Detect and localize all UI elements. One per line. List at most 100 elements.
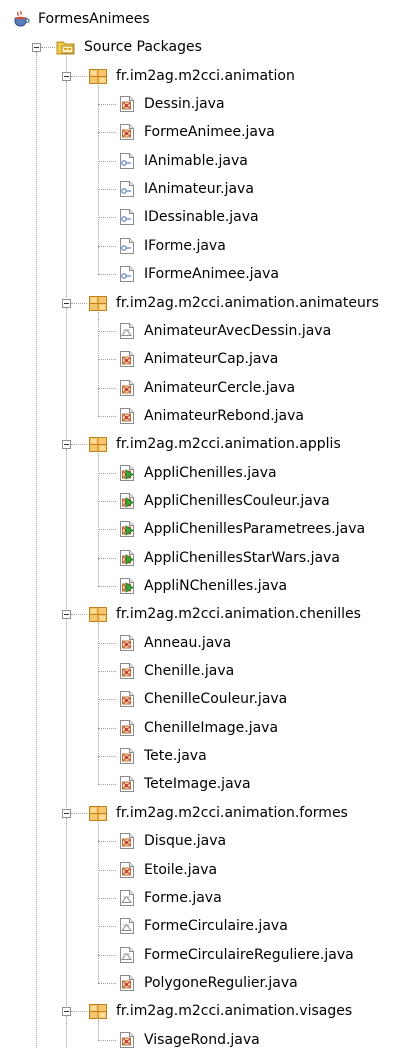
package-expand-toggle[interactable] [62,71,71,81]
tree-node-label: Chenille.java [144,663,235,680]
tree-connector-line [98,217,116,219]
package-node[interactable]: fr.im2ag.m2cci.animation.animateurs [88,289,381,317]
file-node[interactable]: IForme.java [118,232,228,260]
file-node[interactable]: Anneau.java [118,629,233,657]
file-node[interactable]: ChenilleCouleur.java [118,685,289,713]
package-expand-toggle[interactable] [62,440,71,450]
java-class-icon [118,719,136,737]
package-expand-toggle[interactable] [62,808,71,818]
file-node[interactable]: VisageRond.java [118,1026,262,1054]
tree-node-label: Dessin.java [144,96,225,113]
java-abstract-class-icon [118,917,136,935]
file-node[interactable]: Tete.java [118,742,209,770]
java-class-icon [118,974,136,992]
tree-connector-line [98,982,116,984]
package-node[interactable]: fr.im2ag.m2cci.animation.applis [88,430,343,458]
package-node[interactable]: fr.im2ag.m2cci.animation [88,62,297,90]
tree-node-label: AppliNChenilles.java [144,578,288,594]
file-node[interactable]: AppliChenilles.java [118,459,279,487]
tree-node-label: ChenilleCouleur.java [144,691,288,708]
tree-node-label: AppliChenillesStarWars.java [144,549,340,566]
package-icon [88,67,108,85]
file-node[interactable]: FormeAnimee.java [118,118,277,146]
file-node[interactable]: IAnimateur.java [118,175,256,203]
package-icon [88,804,108,822]
project-tree: FormesAnimees Source Packages fr.im2ag.m2c… [0,0,418,1048]
tree-node-label: AnimateurCercle.java [144,379,296,396]
tree-connector-line [71,1011,87,1013]
tree-connector-line [71,75,87,77]
file-node[interactable]: AppliChenillesCouleur.java [118,487,332,515]
file-node[interactable]: AppliChenillesParametrees.java [118,515,367,543]
file-node[interactable]: TeteImage.java [118,770,253,798]
java-class-icon [118,832,136,850]
tree-node-label: IAnimable.java [144,152,248,169]
package-icon [88,605,108,623]
tree-connector-line [98,642,116,644]
file-node[interactable]: Forme.java [118,884,224,912]
java-class-icon [118,662,136,680]
file-node[interactable]: ChenilleImage.java [118,714,280,742]
file-node[interactable]: Chenille.java [118,657,236,685]
package-node[interactable]: fr.im2ag.m2cci.animation.visages [88,997,354,1025]
tree-node-label: Tete.java [144,748,207,765]
java-class-icon [118,123,136,141]
tree-connector-line [98,926,116,928]
tree-node-label: FormesAnimees [38,11,150,27]
package-expand-toggle[interactable] [62,1007,71,1017]
package-node[interactable]: fr.im2ag.m2cci.animation.chenilles [88,600,363,628]
file-node[interactable]: AnimateurCercle.java [118,374,297,402]
tree-connector-line [66,619,67,808]
tree-connector-line [98,1039,116,1041]
tree-node-label: fr.im2ag.m2cci.animation.visages [116,1003,353,1020]
file-node[interactable]: Disque.java [118,827,228,855]
tree-connector-line [98,699,116,701]
tree-node-label: ChenilleImage.java [144,719,279,736]
file-node[interactable]: AppliNChenilles.java [118,572,289,600]
file-node[interactable]: Etoile.java [118,856,219,884]
tree-connector-line [98,245,116,247]
tree-connector-line [98,359,116,361]
java-class-icon [118,747,136,765]
file-node[interactable]: Dessin.java [118,90,227,118]
tree-connector-line [98,897,116,899]
package-expand-toggle[interactable] [62,610,71,620]
package-icon [88,294,108,312]
tree-node-label: PolygoneRegulier.java [144,974,298,991]
tree-node-label: Forme.java [144,889,222,906]
tree-connector-line [98,104,116,106]
tree-node-label: FormeCirculaireReguliere.java [144,946,354,963]
tree-connector-line [98,954,116,956]
package-node[interactable]: fr.im2ag.m2cci.animation.formes [88,799,350,827]
file-node[interactable]: AnimateurCap.java [118,345,280,373]
tree-connector-line [66,449,67,610]
java-class-icon [118,690,136,708]
tree-connector-line [98,500,116,502]
tree-node-label: AnimateurCap.java [144,351,279,368]
file-node[interactable]: AnimateurAvecDessin.java [118,317,333,345]
file-node[interactable]: IAnimable.java [118,147,250,175]
tree-node-label: Disque.java [144,833,227,850]
file-node[interactable]: AnimateurRebond.java [118,402,306,430]
file-node[interactable]: PolygoneRegulier.java [118,969,300,997]
tree-connector-line [98,557,116,559]
tree-node-label: TeteImage.java [144,776,251,793]
tree-connector-line [98,623,99,785]
file-node[interactable]: IDessinable.java [118,203,261,231]
tree-node-label: AnimateurAvecDessin.java [144,322,332,339]
source-packages-expand-toggle[interactable] [32,43,41,53]
tree-connector-line [66,52,67,71]
tree-connector-line [98,529,116,531]
package-expand-toggle[interactable] [62,298,71,308]
project-node[interactable]: FormesAnimees [12,5,152,33]
file-node[interactable]: FormeCirculaireReguliere.java [118,941,356,969]
file-node[interactable]: AppliChenillesStarWars.java [118,544,342,572]
java-class-icon [118,634,136,652]
source-packages-node[interactable]: Source Packages [56,33,204,61]
file-node[interactable]: IFormeAnimee.java [118,260,281,288]
java-class-icon [118,1031,136,1049]
java-class-icon [118,379,136,397]
file-node[interactable]: FormeCirculaire.java [118,912,290,940]
tree-node-label: AppliChenillesParametrees.java [144,521,366,538]
java-main-class-icon [118,492,136,510]
